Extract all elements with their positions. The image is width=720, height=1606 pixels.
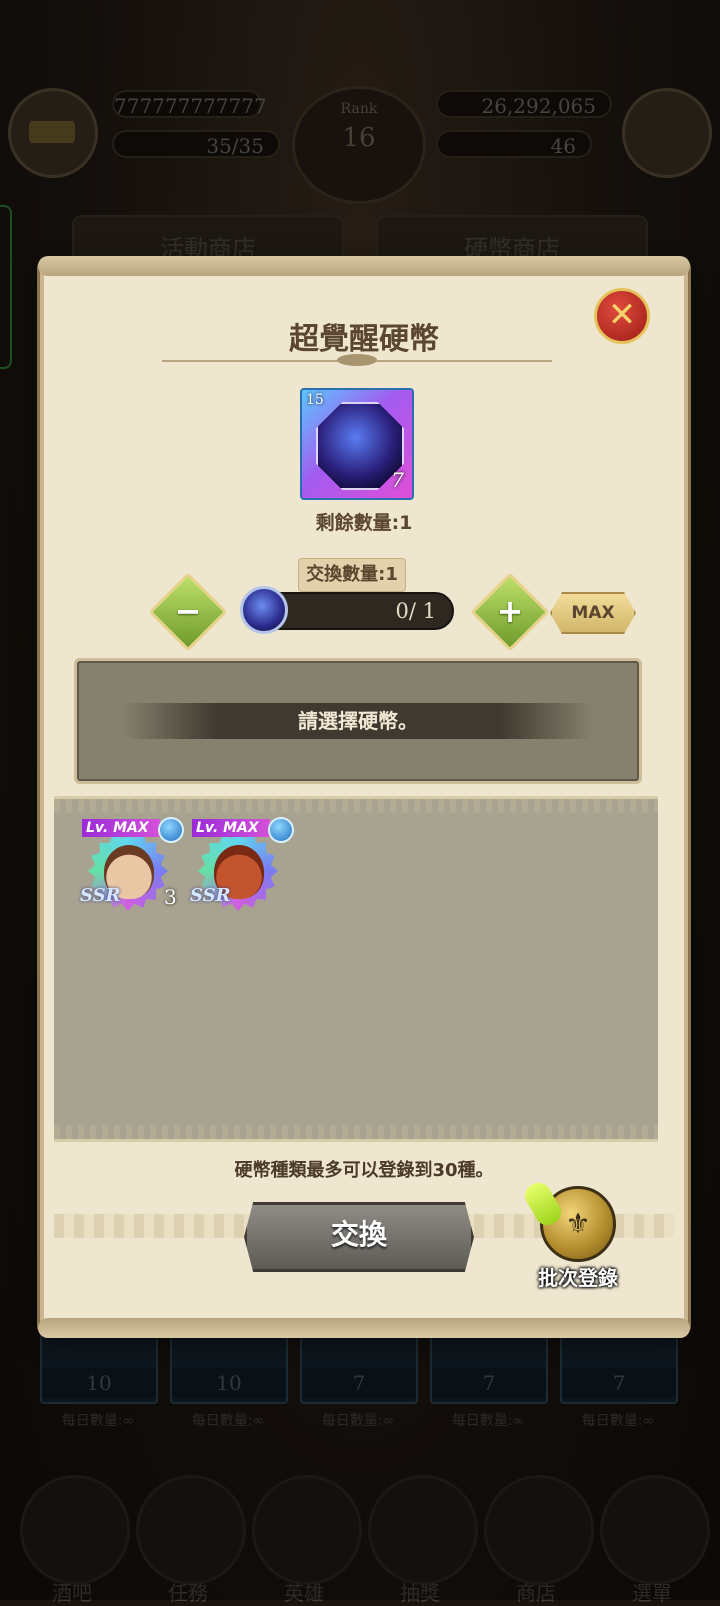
hero-count: 3 xyxy=(164,885,177,909)
exchange-quantity-label: 交換數量:1 xyxy=(298,558,406,592)
quantity-slider-knob[interactable] xyxy=(240,586,288,634)
coin-count: 7 xyxy=(391,468,404,492)
remaining-quantity: 剩餘數量:1 xyxy=(315,512,413,534)
level-max-badge: Lv. MAX xyxy=(82,819,160,837)
coin-exchange-dialog: ✕ 超覺醒硬幣 15 7 剩餘數量:1 交換數量:1 − 0/ 1 + MAX … xyxy=(38,256,690,1338)
dialog-title: 超覺醒硬幣 xyxy=(289,322,439,357)
rarity-label: SSR xyxy=(80,885,121,906)
max-button[interactable]: MAX xyxy=(550,592,636,634)
title-ornament-icon xyxy=(337,354,377,366)
quantity-slider-value: 0/ 1 xyxy=(395,599,436,623)
plus-icon: + xyxy=(496,592,524,630)
batch-register-label: 批次登錄 xyxy=(538,1266,618,1290)
coin-level: 15 xyxy=(306,392,324,408)
awaken-coin-icon: 15 7 xyxy=(300,388,414,500)
hero-coin-card[interactable]: Lv. MAX SSR 3 xyxy=(80,817,184,915)
batch-register-button[interactable]: ⚜ 批次登錄 xyxy=(520,1178,626,1296)
select-prompt: 請選擇硬幣。 xyxy=(123,703,593,739)
limit-note: 硬幣種類最多可以登錄到30種。 xyxy=(234,1160,494,1181)
exchange-button[interactable]: 交換 xyxy=(244,1202,474,1272)
hero-coin-card[interactable]: Lv. MAX SSR xyxy=(190,817,294,915)
minus-icon: − xyxy=(174,592,202,630)
gem-icon xyxy=(158,817,184,843)
level-max-badge: Lv. MAX xyxy=(192,819,270,837)
selection-box: 請選擇硬幣。 xyxy=(74,658,642,784)
rarity-label: SSR xyxy=(190,885,231,906)
increase-button[interactable]: + xyxy=(470,572,550,652)
hero-coin-grid: Lv. MAX SSR 3 Lv. MAX SSR xyxy=(54,796,658,1142)
decrease-button[interactable]: − xyxy=(148,572,228,652)
gem-icon xyxy=(268,817,294,843)
